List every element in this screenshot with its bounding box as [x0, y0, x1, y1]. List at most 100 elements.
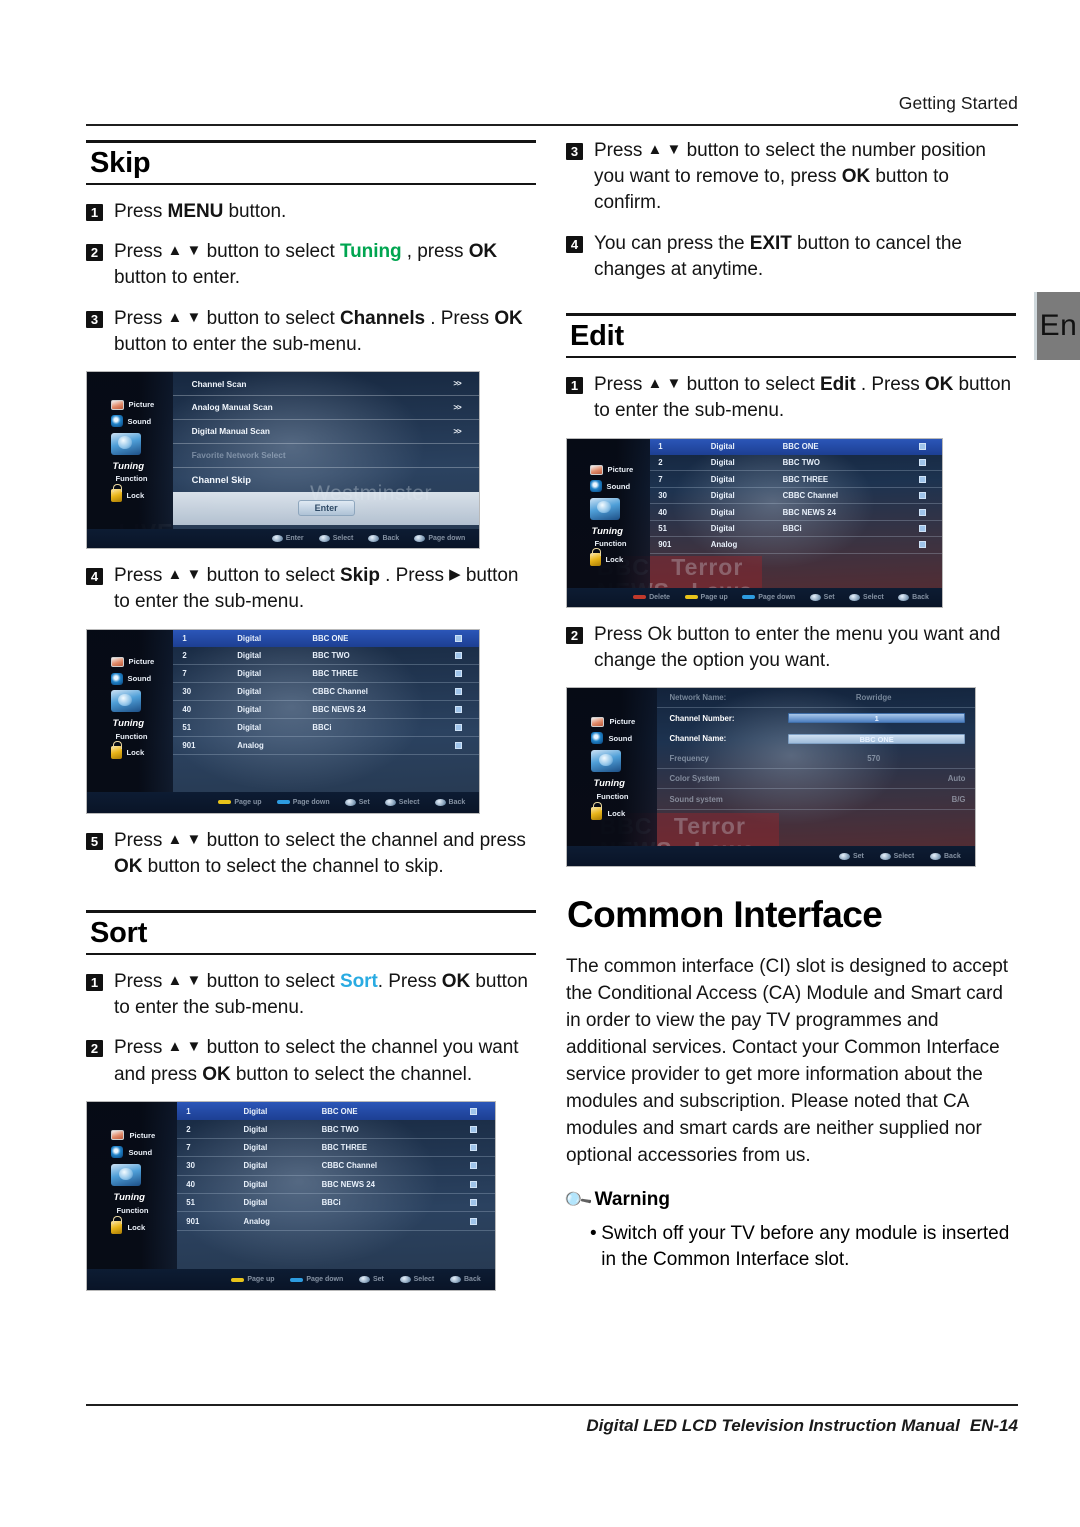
- tv-channel-row[interactable]: 30 Digital CBBC Channel: [173, 683, 479, 702]
- tv-channel-row[interactable]: 51 Digital BBCi: [649, 521, 942, 538]
- tv-sidebar-item-function[interactable]: Function: [111, 474, 174, 483]
- tv-channel-mark[interactable]: [910, 541, 935, 549]
- checkbox-icon[interactable]: [454, 670, 462, 678]
- tv-channel-row[interactable]: 2 Digital BBC TWO: [649, 455, 942, 472]
- tv-sidebar-item-picture[interactable]: Picture: [589, 464, 650, 475]
- tv-sidebar-item-picture[interactable]: Picture: [110, 656, 174, 667]
- checkbox-icon[interactable]: [470, 1125, 478, 1133]
- checkbox-icon[interactable]: [454, 724, 462, 732]
- tv-channel-mark[interactable]: [460, 1180, 487, 1188]
- tv-channel-mark[interactable]: [460, 1199, 487, 1207]
- checkbox-icon[interactable]: [918, 508, 926, 516]
- tv-channel-row[interactable]: 7 Digital BBC THREE: [176, 1139, 495, 1158]
- tv-channel-mark[interactable]: [460, 1125, 487, 1133]
- checkbox-icon[interactable]: [454, 652, 462, 660]
- tv-channel-mark[interactable]: [445, 688, 471, 696]
- checkbox-icon[interactable]: [918, 459, 926, 467]
- tv-channel-mark[interactable]: [445, 670, 471, 678]
- tv-sidebar-item-lock[interactable]: Lock: [111, 1215, 176, 1234]
- tv-menu-row[interactable]: Favorite Network Select: [173, 444, 479, 468]
- checkbox-icon[interactable]: [454, 688, 462, 696]
- tv-setting-row[interactable]: Channel Name: BBC ONE: [657, 729, 975, 749]
- checkbox-icon[interactable]: [470, 1162, 478, 1170]
- tv-channel-mark[interactable]: [445, 742, 471, 750]
- checkbox-icon[interactable]: [470, 1143, 478, 1151]
- checkbox-icon[interactable]: [918, 443, 926, 451]
- tv-channel-row[interactable]: 1 Digital BBC ONE: [173, 629, 479, 648]
- tv-channel-mark[interactable]: [460, 1162, 487, 1170]
- checkbox-icon[interactable]: [454, 706, 462, 714]
- tv-sidebar-item-lock[interactable]: Lock: [589, 548, 650, 567]
- checkbox-icon[interactable]: [454, 635, 462, 642]
- checkbox-icon[interactable]: [454, 742, 462, 750]
- tv-channel-row[interactable]: 1 Digital BBC ONE: [176, 1101, 495, 1121]
- tv-channel-mark[interactable]: [460, 1143, 487, 1151]
- tv-channel-row[interactable]: 30 Digital CBBC Channel: [649, 488, 942, 505]
- tv-sidebar-item-lock[interactable]: Lock: [110, 483, 174, 502]
- tv-channel-row[interactable]: 30 Digital CBBC Channel: [176, 1157, 495, 1176]
- tv-channel-row[interactable]: 7 Digital BBC THREE: [649, 471, 942, 488]
- tv-sidebar-item-sound[interactable]: Sound: [111, 1146, 176, 1159]
- tv-channel-mark[interactable]: [910, 508, 935, 516]
- tv-sidebar-item-lock[interactable]: Lock: [110, 741, 174, 760]
- tv-sidebar-item-function[interactable]: Function: [111, 732, 174, 741]
- tv-channel-row[interactable]: 2 Digital BBC TWO: [176, 1120, 495, 1139]
- tv-channel-mark[interactable]: [910, 443, 935, 451]
- tv-sidebar-item-picture[interactable]: Picture: [111, 1130, 176, 1141]
- tv-channel-row[interactable]: 901 Analog: [173, 737, 479, 755]
- tv-setting-row[interactable]: Color System Auto: [656, 769, 975, 790]
- checkbox-icon[interactable]: [470, 1180, 478, 1188]
- tv-sidebar-item-sound[interactable]: Sound: [591, 732, 656, 745]
- tv-channel-row[interactable]: 40 Digital BBC NEWS 24: [173, 701, 479, 720]
- tv-channel-row[interactable]: 901 Analog: [176, 1212, 495, 1231]
- tv-channel-row[interactable]: 7 Digital BBC THREE: [173, 665, 479, 684]
- tv-sidebar-item-tuning[interactable]: Tuning: [111, 1164, 176, 1203]
- tv-channel-mark[interactable]: [910, 475, 935, 483]
- tv-setting-input[interactable]: BBC ONE: [787, 733, 966, 744]
- tv-menu-row[interactable]: Analog Manual Scan >>: [173, 396, 479, 420]
- tv-channel-mark[interactable]: [445, 652, 471, 660]
- tv-channel-row[interactable]: 51 Digital BBCi: [176, 1194, 495, 1213]
- tv-channel-row[interactable]: 40 Digital BBC NEWS 24: [176, 1176, 495, 1194]
- checkbox-icon[interactable]: [470, 1217, 478, 1225]
- tv-channel-row[interactable]: 40 Digital BBC NEWS 24: [649, 504, 942, 521]
- checkbox-icon[interactable]: [918, 525, 926, 533]
- tv-sidebar-item-tuning[interactable]: Tuning: [591, 750, 656, 789]
- tv-sidebar-item-tuning[interactable]: Tuning: [589, 497, 650, 537]
- tv-setting-row[interactable]: Channel Number: 1: [657, 708, 975, 728]
- tv-setting-row[interactable]: Network Name: Rowridge: [656, 688, 975, 709]
- tv-channel-row[interactable]: 1 Digital BBC ONE: [649, 438, 942, 455]
- tv-setting-row[interactable]: Sound system B/G: [656, 789, 975, 810]
- tv-sidebar-item-tuning[interactable]: Tuning: [110, 432, 174, 472]
- tv-channel-row[interactable]: 2 Digital BBC TWO: [173, 647, 479, 666]
- tv-sidebar-item-lock[interactable]: Lock: [591, 801, 656, 820]
- checkbox-icon[interactable]: [918, 475, 926, 483]
- tv-menu-row[interactable]: Channel Scan >>: [173, 372, 479, 397]
- checkbox-icon[interactable]: [918, 492, 926, 500]
- tv-sidebar-item-sound[interactable]: Sound: [110, 415, 174, 428]
- tv-channel-row[interactable]: 901 Analog: [649, 537, 942, 554]
- checkbox-icon[interactable]: [918, 541, 926, 549]
- tv-sidebar-item-picture[interactable]: Picture: [110, 399, 174, 410]
- tv-channel-mark[interactable]: [460, 1217, 487, 1225]
- tv-enter-button[interactable]: Enter: [297, 500, 355, 517]
- tv-channel-row[interactable]: 51 Digital BBCi: [173, 719, 479, 738]
- checkbox-icon[interactable]: [470, 1199, 478, 1207]
- tv-sidebar-item-tuning[interactable]: Tuning: [110, 690, 174, 729]
- tv-menu-row[interactable]: Digital Manual Scan >>: [173, 420, 479, 444]
- tv-channel-mark[interactable]: [445, 724, 471, 732]
- tv-channel-mark[interactable]: [445, 635, 471, 642]
- tv-sidebar-item-function[interactable]: Function: [591, 792, 656, 801]
- tv-sidebar-item-picture[interactable]: Picture: [591, 716, 656, 727]
- tv-channel-mark[interactable]: [910, 459, 935, 467]
- tv-setting-input[interactable]: 1: [787, 713, 966, 724]
- tv-setting-row[interactable]: Frequency 570: [656, 749, 975, 770]
- tv-channel-mark[interactable]: [910, 525, 935, 533]
- tv-channel-mark[interactable]: [445, 706, 471, 714]
- tv-sidebar-item-function[interactable]: Function: [111, 1206, 176, 1215]
- tv-sidebar-item-function[interactable]: Function: [590, 539, 650, 548]
- checkbox-icon[interactable]: [470, 1107, 478, 1115]
- tv-menu-row[interactable]: Channel Skip: [173, 468, 479, 492]
- tv-sidebar-item-sound[interactable]: Sound: [110, 672, 174, 685]
- tv-channel-mark[interactable]: [910, 492, 935, 500]
